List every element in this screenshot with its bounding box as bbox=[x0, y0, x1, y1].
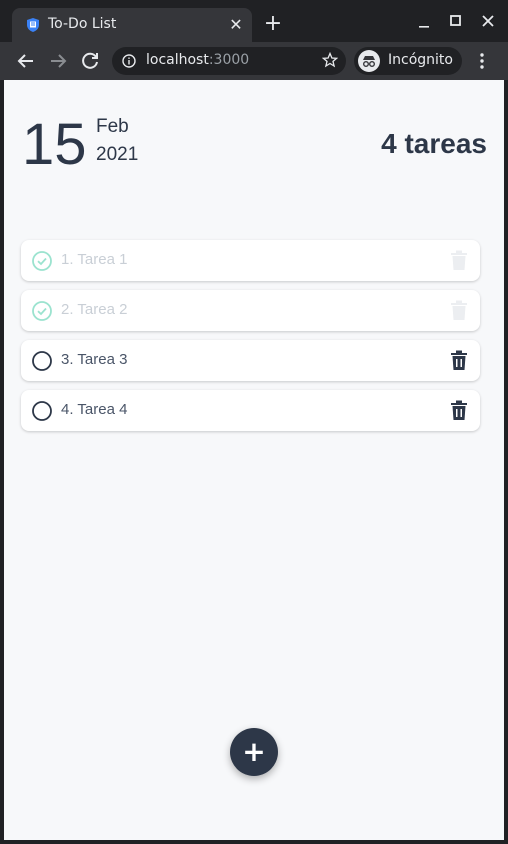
empty-circle-icon[interactable] bbox=[31, 400, 53, 422]
browser-toolbar: localhost:3000 Incógnito bbox=[0, 42, 508, 80]
incognito-label: Incógnito bbox=[388, 52, 453, 68]
browser-menu-icon[interactable] bbox=[474, 51, 490, 71]
minimize-icon[interactable] bbox=[412, 10, 436, 34]
trash-icon[interactable] bbox=[450, 250, 468, 271]
address-bar[interactable]: localhost:3000 bbox=[112, 47, 346, 75]
tab-strip: To-Do List ✕ + bbox=[0, 0, 508, 42]
window-close-icon[interactable] bbox=[476, 10, 500, 34]
todo-page: 15 Feb 2021 4 tareas 1. Tarea 1 2. Tarea… bbox=[4, 80, 504, 840]
trash-icon[interactable] bbox=[450, 400, 468, 421]
site-info-icon[interactable] bbox=[122, 54, 136, 68]
tab-todo-list[interactable]: To-Do List ✕ bbox=[12, 8, 252, 42]
tab-title: To-Do List bbox=[48, 16, 117, 32]
task-label: 2. Tarea 2 bbox=[61, 301, 128, 318]
task-count: 4 tareas bbox=[381, 128, 487, 159]
add-task-button[interactable]: + bbox=[230, 728, 278, 776]
forward-icon[interactable] bbox=[46, 49, 70, 73]
check-circle-icon[interactable] bbox=[31, 300, 53, 322]
shield-favicon-icon bbox=[27, 18, 39, 32]
task-label: 3. Tarea 3 bbox=[61, 351, 128, 368]
trash-icon[interactable] bbox=[450, 350, 468, 371]
trash-icon[interactable] bbox=[450, 300, 468, 321]
new-tab-icon[interactable]: + bbox=[262, 13, 284, 36]
task-label: 1. Tarea 1 bbox=[61, 251, 128, 268]
check-circle-icon[interactable] bbox=[31, 250, 53, 272]
incognito-indicator[interactable]: Incógnito bbox=[354, 47, 462, 75]
maximize-icon[interactable] bbox=[443, 10, 467, 34]
task-item[interactable]: 3. Tarea 3 bbox=[21, 340, 480, 381]
url-text: localhost:3000 bbox=[146, 52, 249, 68]
bookmark-star-icon[interactable] bbox=[322, 52, 338, 68]
task-item[interactable]: 4. Tarea 4 bbox=[21, 390, 480, 431]
plus-icon: + bbox=[242, 735, 266, 768]
task-item[interactable]: 2. Tarea 2 bbox=[21, 290, 480, 331]
tab-close-icon[interactable]: ✕ bbox=[228, 17, 244, 33]
date-day: 15 bbox=[22, 112, 87, 177]
task-item[interactable]: 1. Tarea 1 bbox=[21, 240, 480, 281]
reload-icon[interactable] bbox=[78, 49, 102, 73]
empty-circle-icon[interactable] bbox=[31, 350, 53, 372]
browser-window: To-Do List ✕ + localhost:3000 Incógnito … bbox=[0, 0, 508, 844]
url-port: :3000 bbox=[208, 52, 250, 68]
back-icon[interactable] bbox=[14, 49, 38, 73]
date-month: Feb bbox=[96, 116, 129, 137]
date-year: 2021 bbox=[96, 144, 139, 165]
url-host: localhost bbox=[146, 52, 209, 68]
incognito-icon bbox=[358, 50, 380, 72]
task-label: 4. Tarea 4 bbox=[61, 401, 128, 418]
